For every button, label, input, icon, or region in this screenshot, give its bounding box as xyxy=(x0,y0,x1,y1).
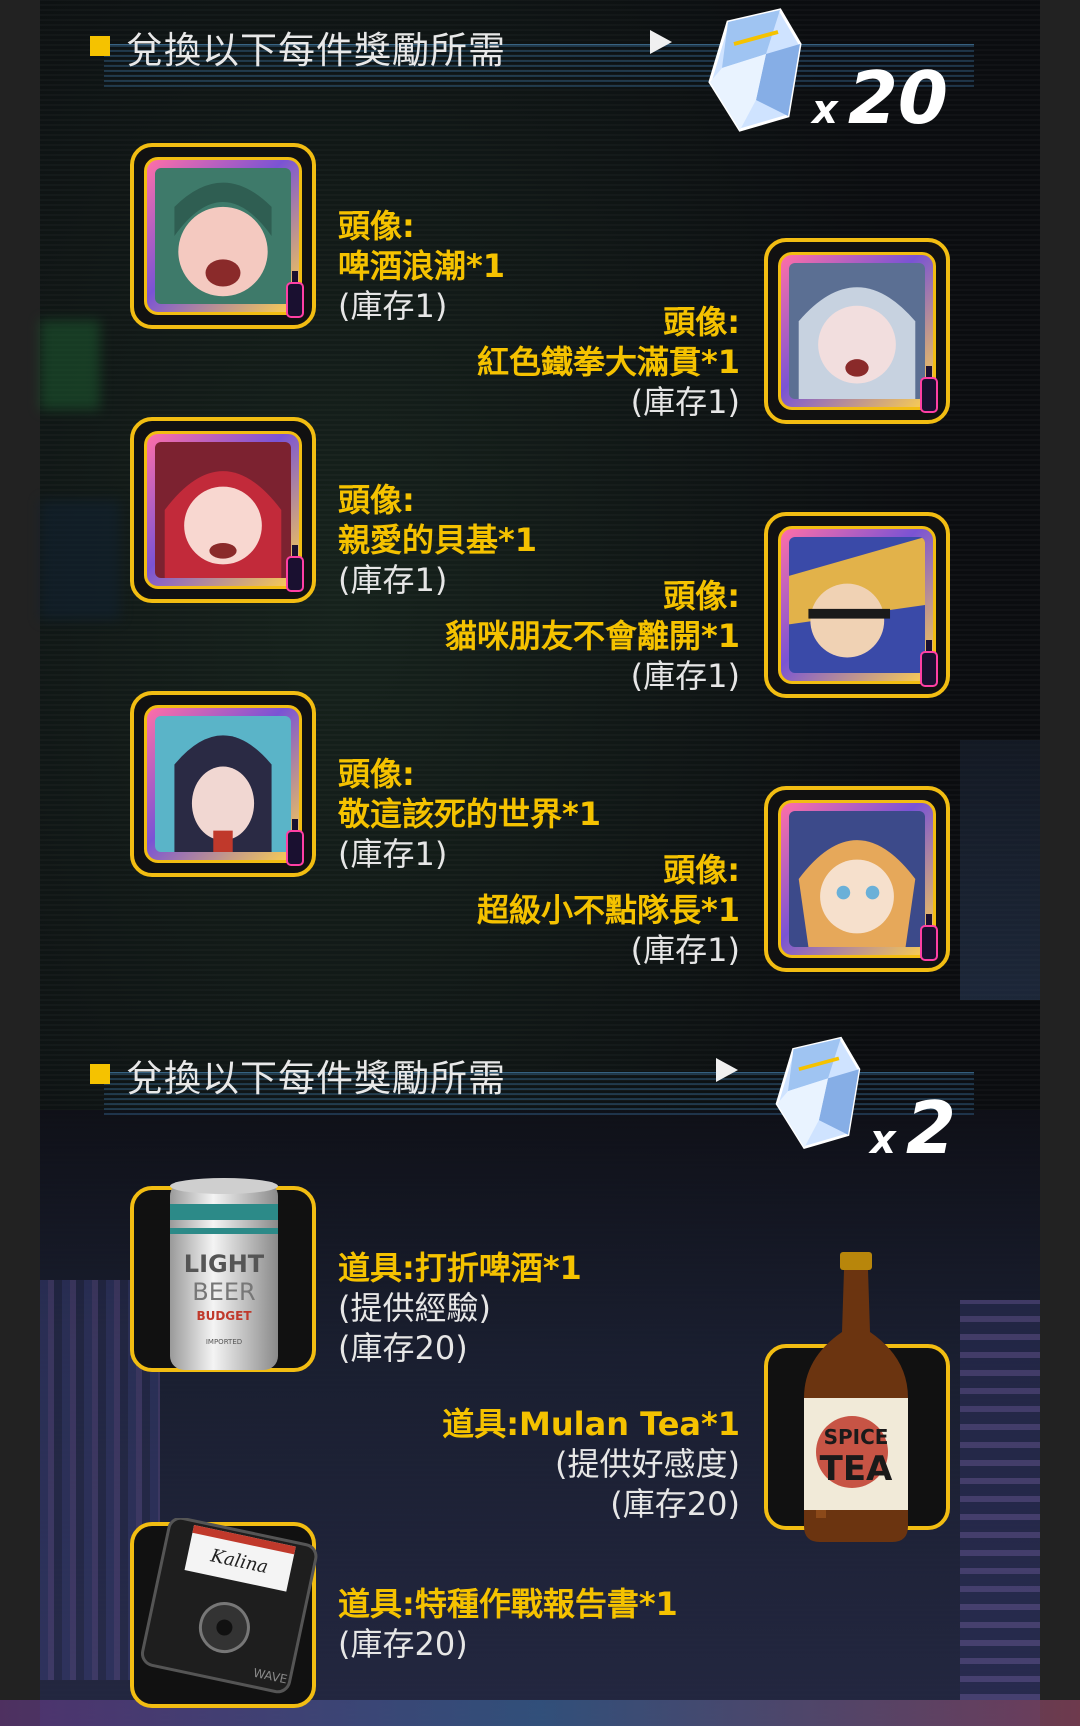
item-label: 道具:特種作戰報告書*1 (庫存20) xyxy=(338,1584,678,1664)
section-title: 兌換以下每件獎勵所需 xyxy=(126,29,506,72)
bullet-square-icon xyxy=(90,36,110,56)
bullet-square-icon xyxy=(90,1064,110,1084)
can-text: BEER xyxy=(192,1278,255,1306)
item-heading: 道具:Mulan Tea*1 xyxy=(442,1404,740,1444)
reward-name: 敬這該死的世界*1 xyxy=(338,795,602,833)
avatar-art xyxy=(789,263,925,399)
play-arrow-icon xyxy=(716,1058,738,1082)
reward-type: 頭像: xyxy=(663,851,740,889)
play-arrow-icon xyxy=(650,30,672,54)
reward-name: 紅色鐵拳大滿貫*1 xyxy=(476,343,740,381)
bottle-badge-icon xyxy=(286,545,304,592)
reward-name: 超級小不點隊長*1 xyxy=(476,891,740,929)
multiplier-prefix: x xyxy=(812,87,838,133)
reward-type: 頭像: xyxy=(338,755,415,793)
item-name: Mulan Tea*1 xyxy=(519,1405,740,1443)
item-type: 道具: xyxy=(442,1405,520,1443)
item-desc: (提供經驗) xyxy=(338,1289,491,1327)
avatar-reward-frame[interactable] xyxy=(764,786,950,972)
bottle-badge-icon xyxy=(920,914,938,961)
item-desc: (提供好感度) xyxy=(555,1445,740,1483)
section-title: 兌換以下每件獎勵所需 xyxy=(126,1057,506,1100)
bottle-text: TEA xyxy=(820,1449,893,1489)
can-text: LIGHT xyxy=(184,1250,265,1278)
item-heading: 道具:特種作戰報告書*1 xyxy=(338,1584,678,1624)
avatar-reward-frame[interactable] xyxy=(764,238,950,424)
reward-name: 貓咪朋友不會離開*1 xyxy=(444,617,740,655)
multiplier-prefix: x xyxy=(870,1117,896,1163)
cost-amount: 20 xyxy=(847,56,949,140)
reward-stock: (庫存1) xyxy=(630,931,740,969)
can-text: BUDGET xyxy=(196,1309,252,1323)
item-stock: (庫存20) xyxy=(338,1329,468,1367)
avatar-art xyxy=(789,811,925,947)
item-heading: 道具:打折啤酒*1 xyxy=(338,1248,582,1288)
reward-stock: (庫存1) xyxy=(630,383,740,421)
reward-name: 親愛的貝基*1 xyxy=(338,521,538,559)
item-stock: (庫存20) xyxy=(338,1625,468,1663)
avatar-art xyxy=(155,716,291,852)
beer-can-icon[interactable]: LIGHT BEER BUDGET IMPORTED xyxy=(164,1176,284,1376)
bottle-badge-icon xyxy=(920,366,938,413)
cost-amount: 2 xyxy=(905,1086,956,1170)
glitch-decoration xyxy=(960,1300,1040,1700)
avatar-reward-frame[interactable] xyxy=(764,512,950,698)
bottle-badge-icon xyxy=(920,640,938,687)
bottle-badge-icon xyxy=(286,271,304,318)
reward-type: 頭像: xyxy=(663,577,740,615)
bottle-badge-icon xyxy=(286,819,304,866)
reward-label: 頭像: 貓咪朋友不會離開*1 (庫存1) xyxy=(445,576,740,696)
reward-type: 頭像: xyxy=(338,481,415,519)
floppy-disk-icon[interactable]: Kalina WAVE xyxy=(134,1518,324,1694)
cost-multiplier: x 20 xyxy=(812,56,948,140)
item-name: 打折啤酒*1 xyxy=(414,1249,582,1287)
item-type: 道具: xyxy=(338,1585,415,1623)
bottle-text: SPICE xyxy=(824,1425,889,1449)
event-exchange-page: 兌換以下每件獎勵所需 x 20 頭像: 啤酒浪潮*1 (庫存1) 頭像: 紅色鐵… xyxy=(0,0,1080,1726)
crystal-icon xyxy=(775,1036,861,1150)
avatar-reward-frame[interactable] xyxy=(130,691,316,877)
cost-multiplier: x2 xyxy=(870,1086,956,1170)
avatar-art xyxy=(789,537,925,673)
reward-label: 頭像: 紅色鐵拳大滿貫*1 (庫存1) xyxy=(477,302,740,422)
item-name: 特種作戰報告書*1 xyxy=(414,1585,678,1623)
avatar-reward-frame[interactable] xyxy=(130,143,316,329)
glitch-decoration xyxy=(40,320,100,410)
avatar-art xyxy=(155,168,291,304)
avatar-art xyxy=(155,442,291,578)
reward-name: 啤酒浪潮*1 xyxy=(338,247,506,285)
item-label: 道具:打折啤酒*1 (提供經驗) (庫存20) xyxy=(338,1248,582,1368)
reward-type: 頭像: xyxy=(338,207,415,245)
glitch-decoration xyxy=(960,740,1040,1000)
can-text: IMPORTED xyxy=(206,1338,242,1346)
glitch-decoration xyxy=(40,500,120,620)
item-stock: (庫存20) xyxy=(610,1485,740,1523)
item-type: 道具: xyxy=(338,1249,415,1287)
crystal-icon xyxy=(708,8,802,132)
item-label: 道具:Mulan Tea*1 (提供好感度) (庫存20) xyxy=(442,1404,740,1524)
avatar-reward-frame[interactable] xyxy=(130,417,316,603)
reward-type: 頭像: xyxy=(663,303,740,341)
tea-bottle-icon[interactable]: SPICE TEA xyxy=(796,1248,916,1548)
reward-label: 頭像: 超級小不點隊長*1 (庫存1) xyxy=(477,850,740,970)
reward-stock: (庫存1) xyxy=(630,657,740,695)
